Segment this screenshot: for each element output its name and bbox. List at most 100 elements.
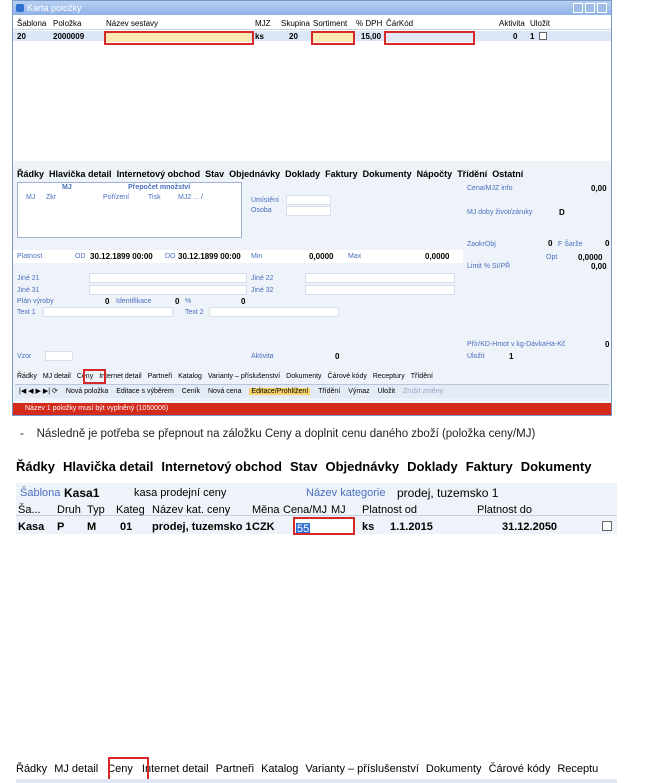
- sablona-value[interactable]: Kasa1: [64, 486, 99, 500]
- prev-record-icon[interactable]: ◀: [28, 388, 33, 395]
- last-record-icon[interactable]: ▶|: [43, 388, 50, 395]
- tab-stav[interactable]: Stav: [205, 169, 224, 179]
- ident-value[interactable]: 0: [175, 297, 179, 306]
- subtab-receptury[interactable]: Receptu: [557, 763, 598, 775]
- col-nazev-kat[interactable]: Název kat. ceny: [152, 504, 230, 516]
- aktivita-value[interactable]: 0: [335, 352, 339, 361]
- kategorie-value[interactable]: prodej, tuzemsko 1: [397, 486, 498, 500]
- tab-dokumenty[interactable]: Dokumenty: [363, 169, 412, 179]
- subtab-internet-detail[interactable]: Internet detail: [142, 763, 209, 775]
- pricelist-button[interactable]: Ceník: [182, 388, 200, 395]
- row-checkbox[interactable]: [602, 521, 612, 531]
- umisteni-field[interactable]: [286, 195, 331, 205]
- minimize-icon[interactable]: [573, 3, 583, 13]
- tab-objednavky[interactable]: Objednávky: [229, 169, 280, 179]
- refresh-icon[interactable]: ⟳: [52, 388, 58, 395]
- subtab-mj-detail[interactable]: MJ detail: [43, 373, 71, 380]
- subtab-dokumenty[interactable]: Dokumenty: [286, 373, 321, 380]
- platnost-od[interactable]: 30.12.1899 00:00: [90, 252, 153, 261]
- subtab-trideni[interactable]: Třídění: [411, 373, 433, 380]
- tab-objednavky[interactable]: Objednávky: [325, 459, 399, 474]
- subtab-carove-kody[interactable]: Čárové kódy: [489, 763, 551, 775]
- osoba-field[interactable]: [286, 206, 331, 216]
- tab-napocty[interactable]: Nápočty: [417, 169, 453, 179]
- jine22-label: Jiné 22: [251, 275, 274, 282]
- tab-hlavicka[interactable]: Hlavička detail: [49, 169, 112, 179]
- first-record-icon[interactable]: |◀: [19, 388, 26, 395]
- platnost-do[interactable]: 30.12.1899 00:00: [178, 252, 241, 261]
- tab-internet[interactable]: Internetový obchod: [117, 169, 201, 179]
- col-nazev[interactable]: Název sestavy: [106, 19, 158, 28]
- tab-trideni[interactable]: Třídění: [457, 169, 487, 179]
- col-druh[interactable]: Druh: [57, 504, 81, 516]
- tab-doklady[interactable]: Doklady: [285, 169, 320, 179]
- col-polozka[interactable]: Položka: [53, 19, 81, 28]
- col-sortiment[interactable]: Sortiment: [313, 19, 347, 28]
- col-mjz[interactable]: MJZ: [255, 19, 271, 28]
- jine21-field[interactable]: [89, 273, 247, 283]
- tab-faktury[interactable]: Faktury: [325, 169, 358, 179]
- new-item-button[interactable]: Nová položka: [66, 388, 108, 395]
- jine31-field[interactable]: [89, 285, 247, 295]
- subtab-radky[interactable]: Řádky: [16, 763, 47, 775]
- tab-ostatni[interactable]: Ostatní: [492, 169, 523, 179]
- tab-hlavicka[interactable]: Hlavička detail: [63, 459, 153, 474]
- ulozit-value[interactable]: 1: [509, 352, 513, 361]
- jine32-field[interactable]: [305, 285, 455, 295]
- subtab-partneri[interactable]: Partneři: [148, 373, 173, 380]
- col-cena-mj[interactable]: Cena/MJ: [283, 504, 327, 516]
- subtab-mj-detail[interactable]: MJ detail: [54, 763, 98, 775]
- col-mj[interactable]: MJ: [331, 504, 346, 516]
- max-value[interactable]: 0,0000: [425, 252, 449, 261]
- close-icon[interactable]: [597, 3, 607, 13]
- col-mena[interactable]: Měna: [252, 504, 280, 516]
- col-typ[interactable]: Typ: [87, 504, 105, 516]
- mj-doby-value[interactable]: D: [559, 208, 565, 217]
- next-record-icon[interactable]: ▶: [36, 388, 41, 395]
- col-dph[interactable]: % DPH: [356, 19, 382, 28]
- opt-label: Opt: [546, 254, 558, 261]
- col-aktivita[interactable]: Aktivita: [499, 19, 525, 28]
- col-platnost-od[interactable]: Platnost od: [362, 504, 417, 516]
- delete-button[interactable]: Výmaz: [348, 388, 369, 395]
- ulozit-checkbox[interactable]: [539, 32, 547, 40]
- subtab-receptury[interactable]: Receptury: [373, 373, 405, 380]
- sort-button[interactable]: Třídění: [318, 388, 340, 395]
- tab-doklady[interactable]: Doklady: [407, 459, 458, 474]
- col-sa[interactable]: Ša...: [18, 504, 41, 516]
- maximize-icon[interactable]: [585, 3, 595, 13]
- subtab-radky[interactable]: Řádky: [17, 373, 37, 380]
- subtab-varianty[interactable]: Varianty – příslušenství: [305, 763, 419, 775]
- tab-stav[interactable]: Stav: [290, 459, 317, 474]
- col-skupina[interactable]: Skupina: [281, 19, 310, 28]
- col-sablona[interactable]: Šablona: [17, 19, 46, 28]
- text1-field[interactable]: [43, 307, 173, 317]
- cancel-changes-button[interactable]: Zrušit změny: [403, 388, 443, 395]
- new-price-button[interactable]: Nová cena: [208, 388, 241, 395]
- plan-value[interactable]: 0: [105, 297, 109, 306]
- tab-faktury[interactable]: Faktury: [466, 459, 513, 474]
- vzor-field[interactable]: [45, 351, 73, 361]
- subtab-katalog[interactable]: Katalog: [261, 763, 298, 775]
- error-message: Název 1 položky musí být vyplněný (10500…: [25, 405, 169, 412]
- subtab-partneri[interactable]: Partneři: [216, 763, 255, 775]
- col-ulozit[interactable]: Uložit: [530, 19, 550, 28]
- tab-internet[interactable]: Internetový obchod: [161, 459, 282, 474]
- edit-view-button[interactable]: Editace/Prohlížení: [249, 388, 311, 395]
- col-carkod[interactable]: ČárKód: [386, 19, 413, 28]
- subtab-dokumenty[interactable]: Dokumenty: [426, 763, 482, 775]
- jine22-field[interactable]: [305, 273, 455, 283]
- text2-field[interactable]: [209, 307, 339, 317]
- tab-dokumenty[interactable]: Dokumenty: [521, 459, 592, 474]
- edit-select-button[interactable]: Editace s výběrem: [116, 388, 174, 395]
- col-kateg[interactable]: Kateg: [116, 504, 145, 516]
- tab-radky[interactable]: Řádky: [16, 459, 55, 474]
- subtab-carove-kody[interactable]: Čárové kódy: [328, 373, 367, 380]
- subtab-katalog[interactable]: Katalog: [178, 373, 202, 380]
- tab-radky[interactable]: Řádky: [17, 169, 44, 179]
- subtab-varianty[interactable]: Varianty – příslušenství: [208, 373, 280, 380]
- min-value[interactable]: 0,0000: [309, 252, 333, 261]
- col-platnost-do[interactable]: Platnost do: [477, 504, 532, 516]
- pct-value[interactable]: 0: [241, 297, 245, 306]
- save-button[interactable]: Uložit: [378, 388, 396, 395]
